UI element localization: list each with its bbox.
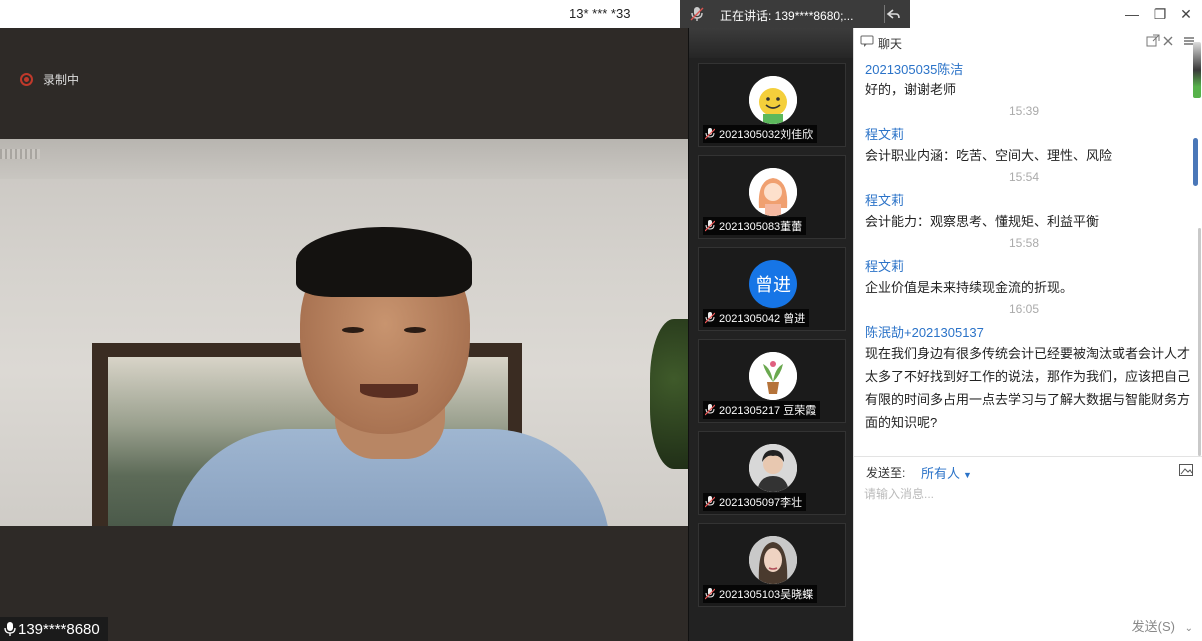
presenter-name: 139****8680 <box>18 620 100 638</box>
participant-strip: 2021305032刘佳欣 2021305083董蕾 曾进 2021305042… <box>688 28 853 641</box>
message-list: 2021305035陈洁 好的，谢谢老师 15:39 程文莉 会计职业内涵：吃苦… <box>854 56 1194 456</box>
participant-name: 2021305042 曾进 <box>719 313 806 325</box>
message-text: 现在我们身边有很多传统会计已经要被淘汰或者会计人才太多了不好找到好工作的说法，那… <box>865 346 1191 430</box>
chevron-down-icon[interactable]: ⌄ <box>1185 623 1193 634</box>
participant-tile[interactable]: 2021305032刘佳欣 <box>698 63 846 147</box>
participant-tile[interactable]: 2021305217 豆荣霞 <box>698 339 846 423</box>
participant-name: 2021305217 豆荣霞 <box>719 405 817 417</box>
presenter-video[interactable] <box>0 139 688 526</box>
window-title: 13* *** *33 <box>569 6 631 21</box>
close-icon[interactable] <box>1161 34 1175 48</box>
chat-scrollbar[interactable] <box>1198 228 1201 456</box>
message-sender: 陈泯劼+2021305137 <box>865 325 984 340</box>
mic-muted-icon <box>705 496 715 508</box>
minimize-button[interactable]: — <box>1122 4 1142 24</box>
presenter-name-tag: 139****8680 <box>0 617 108 641</box>
message-sender: 程文莉 <box>865 259 905 274</box>
message-text: 会计职业内涵：吃苦、空间大、理性、风险 <box>865 148 1113 163</box>
message-text: 好的，谢谢老师 <box>865 82 957 97</box>
chat-header: 聊天 <box>854 28 1202 56</box>
main-stage: 录制中 139****8680 <box>0 28 688 641</box>
speaking-text: 正在讲话: 139****8680;... <box>720 9 854 23</box>
message-sender: 程文莉 <box>865 193 905 208</box>
recipient-select[interactable]: 所有人 ▼ <box>921 463 972 482</box>
message-sender: 程文莉 <box>865 127 905 142</box>
participant-tile[interactable]: 曾进 2021305042 曾进 <box>698 247 846 331</box>
caret-down-icon: ▼ <box>963 470 972 480</box>
level-indicator <box>1193 138 1198 186</box>
maximize-button[interactable]: ❐ <box>1150 4 1170 24</box>
participant-name: 2021305103吴晓蝶 <box>719 589 814 601</box>
speaking-indicator: 正在讲话: 139****8680;... <box>680 0 910 28</box>
message-text: 企业价值是未来持续现金流的折现。 <box>865 280 1074 295</box>
message-composer: 发送至: 所有人▼ 发送(S) ⌄ <box>854 456 1202 641</box>
message-text: 会计能力：观察思考、懂规矩、利益平衡 <box>865 214 1100 229</box>
message-time: 15:54 <box>1008 170 1040 184</box>
mic-icon <box>690 7 704 21</box>
participant-tile[interactable]: 2021305103吴晓蝶 <box>698 523 846 607</box>
mic-icon <box>4 622 16 636</box>
mic-muted-icon <box>705 128 715 140</box>
participant-tile[interactable]: 2021305083董蕾 <box>698 155 846 239</box>
return-icon[interactable] <box>884 5 902 23</box>
message-time: 15:39 <box>1008 104 1040 118</box>
woman-icon <box>749 536 797 584</box>
girl-icon <box>749 168 797 216</box>
participant-name: 2021305032刘佳欣 <box>719 129 814 141</box>
participant-name: 2021305083董蕾 <box>719 221 803 233</box>
mic-muted-icon <box>705 312 715 324</box>
chat-icon <box>860 35 874 47</box>
chat-title: 聊天 <box>878 37 903 51</box>
close-button[interactable]: ✕ <box>1176 4 1196 24</box>
participant-name: 2021305097李壮 <box>719 497 803 509</box>
record-icon <box>20 73 33 86</box>
mic-muted-icon <box>705 220 715 232</box>
plant-icon <box>749 352 797 400</box>
image-icon[interactable] <box>1179 464 1193 476</box>
message-input[interactable] <box>864 485 1189 605</box>
message-time: 16:05 <box>1008 302 1040 316</box>
man-icon <box>749 444 797 492</box>
mic-muted-icon <box>705 588 715 600</box>
chat-panel: 聊天 2021305035陈洁 好的，谢谢老师 15:39 程文莉 会计职业内涵… <box>853 28 1202 641</box>
send-to-label: 发送至: <box>866 466 906 480</box>
send-button[interactable]: 发送(S) <box>1132 616 1175 635</box>
volume-meter <box>1193 42 1201 98</box>
message-sender: 2021305035陈洁 <box>865 62 964 77</box>
recipient-value: 所有人 <box>921 466 961 481</box>
recording-label: 录制中 <box>43 73 80 87</box>
avatar-text: 曾进 <box>749 260 797 308</box>
participant-tile[interactable]: 2021305097李壮 <box>698 431 846 515</box>
message-time: 15:58 <box>1008 236 1040 250</box>
title-bar: 13* *** *33 正在讲话: 139****8680;... — ❐ ✕ <box>0 0 1202 28</box>
mic-muted-icon <box>705 404 715 416</box>
smiley-icon <box>749 76 797 124</box>
popout-icon[interactable] <box>1146 34 1160 48</box>
recording-indicator: 录制中 <box>20 71 79 88</box>
